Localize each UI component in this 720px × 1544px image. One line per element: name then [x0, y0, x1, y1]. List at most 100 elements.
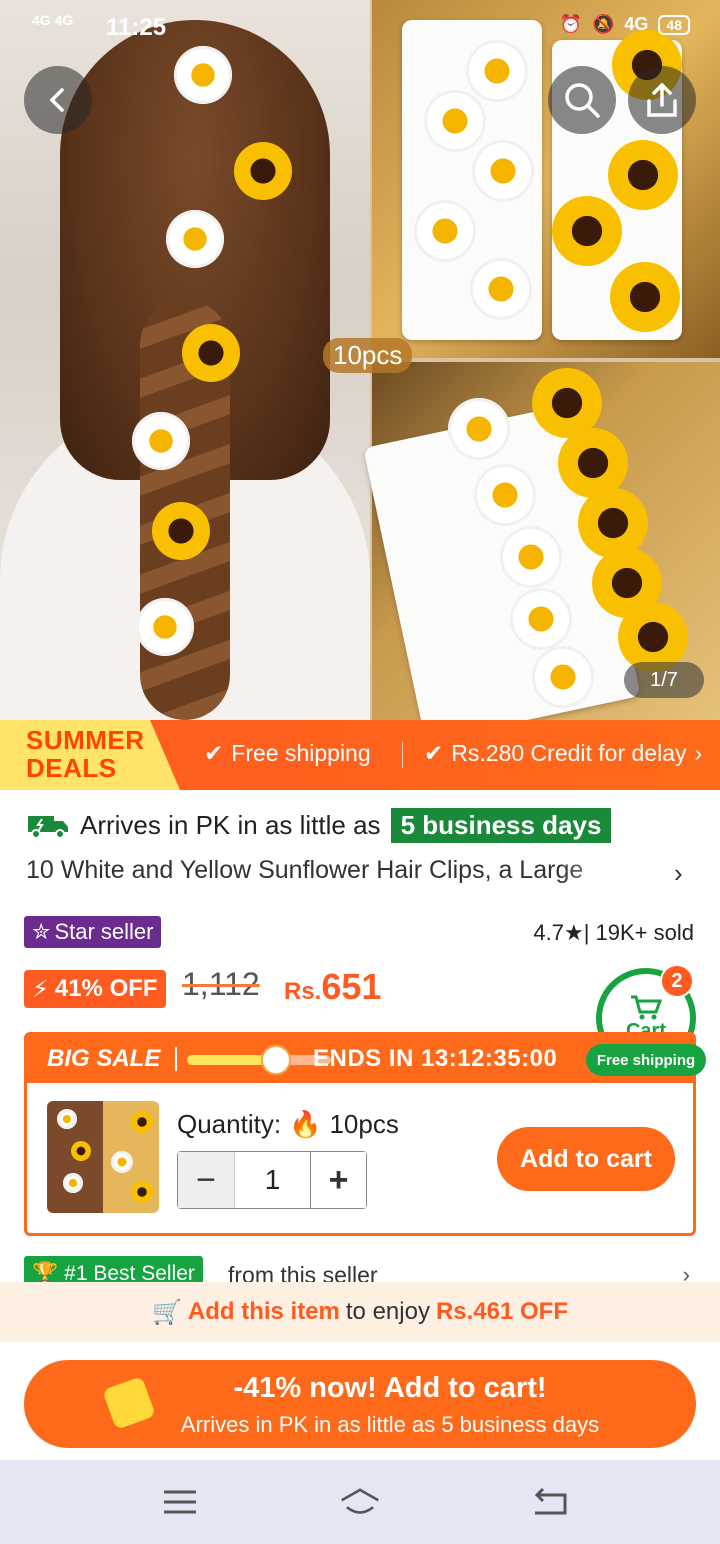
rating-value: 4.7	[533, 920, 564, 945]
sale-progress-bar	[187, 1055, 331, 1065]
sunflower-clip	[182, 324, 240, 382]
daisy-clip	[166, 210, 224, 268]
product-title[interactable]: 10 White and Yellow Sunflower Hair Clips…	[26, 856, 626, 885]
system-back-button[interactable]	[530, 1484, 570, 1520]
free-shipping-item: ✔ Free shipping	[204, 740, 371, 767]
network-label: 4G	[624, 14, 649, 34]
sold-count: | 19K+ sold	[583, 920, 694, 945]
decrease-button[interactable]: −	[178, 1152, 234, 1208]
quantity-stepper: − 1 +	[177, 1151, 367, 1209]
add-to-cart-button[interactable]: Add to cart	[497, 1127, 675, 1191]
search-button[interactable]	[548, 66, 616, 134]
delivery-days-badge: 5 business days	[390, 808, 612, 843]
lightning-icon: ⚡	[32, 975, 49, 1003]
sunflower-clip	[152, 502, 210, 560]
daisy-clip	[500, 526, 562, 588]
sale-price: Rs.651	[284, 966, 381, 1008]
delivery-estimate: Arrives in PK in as little as 5 business…	[26, 808, 612, 843]
quantity-row: Quantity: 🔥 10pcs	[177, 1109, 399, 1140]
quantity-option: 10pcs	[329, 1109, 399, 1139]
home-icon	[341, 1488, 379, 1514]
cta-title: -41% now! Add to cart!	[233, 1372, 547, 1404]
battery-icon: 48	[658, 14, 690, 35]
cta-subtitle: Arrives in PK in as little as 5 business…	[180, 1412, 600, 1437]
status-icons: ⏰ 🔕 4G 48	[560, 14, 690, 35]
sunflower-clip	[131, 1111, 153, 1133]
trophy-icon: 🏆	[32, 1262, 59, 1284]
signal-icon: 4G 4G	[32, 12, 74, 28]
credit-item: ✔ Rs.280 Credit for delay ›	[424, 740, 702, 767]
best-seller-badge: 🏆 #1 Best Seller	[24, 1256, 203, 1284]
summer-deals-text: SUMMER DEALS	[26, 726, 145, 782]
countdown-timer: 13:12:35:00	[421, 1045, 558, 1072]
chevron-left-icon	[49, 88, 64, 112]
daisy-clip	[424, 90, 486, 152]
daisy-clip	[510, 588, 572, 650]
increase-button[interactable]: +	[310, 1152, 366, 1208]
best-seller-row[interactable]: 🏆 #1 Best Seller from this seller ›	[24, 1254, 696, 1284]
daisy-clip	[414, 200, 476, 262]
fire-icon: 🔥	[289, 1109, 322, 1139]
sunflower-clip	[578, 488, 648, 558]
clock-time: 11:25	[106, 14, 167, 41]
back-button[interactable]	[24, 66, 92, 134]
promo-text: to enjoy	[345, 1298, 430, 1325]
daisy-clip	[136, 598, 194, 656]
share-button[interactable]	[628, 66, 696, 134]
credit-label: Rs.280 Credit for delay	[451, 740, 687, 766]
deals-banner[interactable]: SUMMER DEALS ✔ Free shipping ✔ Rs.280 Cr…	[0, 720, 720, 790]
discount-badge: ⚡ 41% OFF	[24, 970, 166, 1008]
daisy-clip	[57, 1109, 77, 1129]
cart-icon	[631, 995, 663, 1019]
delivery-text: Arrives in PK in as little as	[80, 810, 381, 840]
add-to-cart-cta-button[interactable]: -41% now! Add to cart! Arrives in PK in …	[24, 1360, 696, 1448]
daisy-clip	[472, 140, 534, 202]
image-page-indicator: 1/7	[624, 662, 704, 698]
status-bar: 4G 4G 11:25 ⏰ 🔕 4G 48	[0, 0, 720, 56]
daisy-clip	[63, 1173, 83, 1193]
back-icon	[534, 1487, 567, 1515]
title-fade	[560, 850, 640, 890]
sale-countdown: ENDS IN 13:12:35:00	[313, 1045, 557, 1073]
sunflower-clip	[234, 142, 292, 200]
product-thumbnail[interactable]	[47, 1101, 159, 1213]
alarm-icon: ⏰	[559, 14, 582, 34]
daisy-clip	[474, 464, 536, 526]
best-seller-label: #1 Best Seller	[64, 1262, 195, 1284]
star-icon: ★	[563, 920, 584, 945]
badge-line-2: DEALS	[26, 753, 117, 783]
original-price: 1,112	[182, 966, 260, 1002]
big-sale-label: BIG SALE	[47, 1045, 161, 1072]
quantity-label: Quantity:	[177, 1109, 282, 1139]
discount-label: 41% OFF	[54, 975, 158, 1002]
check-icon: ✔	[204, 740, 224, 766]
cart-count-badge: 2	[660, 964, 694, 998]
home-button[interactable]	[340, 1484, 380, 1520]
share-icon	[647, 82, 677, 117]
divider	[175, 1047, 177, 1071]
star-seller-badge[interactable]: ✮ Star seller	[24, 916, 162, 948]
quantity-value[interactable]: 1	[234, 1152, 310, 1208]
pack-size-tag: 10pcs	[323, 338, 413, 373]
sunflower-clip	[552, 196, 622, 266]
divider	[402, 742, 403, 768]
clock-icon	[261, 1045, 291, 1075]
menu-icon	[164, 1490, 196, 1514]
recent-apps-button[interactable]	[160, 1484, 200, 1520]
search-icon	[565, 83, 600, 118]
promo-strip[interactable]: 🛒 Add this item to enjoy Rs.461 OFF	[0, 1282, 720, 1342]
badge-line-1: SUMMER	[26, 725, 145, 755]
chevron-right-icon[interactable]: ›	[674, 858, 683, 889]
check-icon: ✔	[424, 740, 444, 766]
sunflower-clip	[71, 1141, 91, 1161]
mute-icon: 🔕	[591, 14, 615, 34]
rating-summary[interactable]: 4.7★| 19K+ sold	[533, 920, 694, 946]
system-nav-bar	[0, 1460, 720, 1544]
chevron-right-icon: ›	[694, 740, 703, 766]
free-shipping-label: Free shipping	[231, 740, 371, 766]
cart-plus-icon: 🛒	[151, 1298, 182, 1326]
best-seller-text: from this seller	[228, 1262, 378, 1284]
daisy-clip	[470, 258, 532, 320]
sunflower-clip	[610, 262, 680, 332]
star-seller-label: Star seller	[54, 919, 154, 944]
